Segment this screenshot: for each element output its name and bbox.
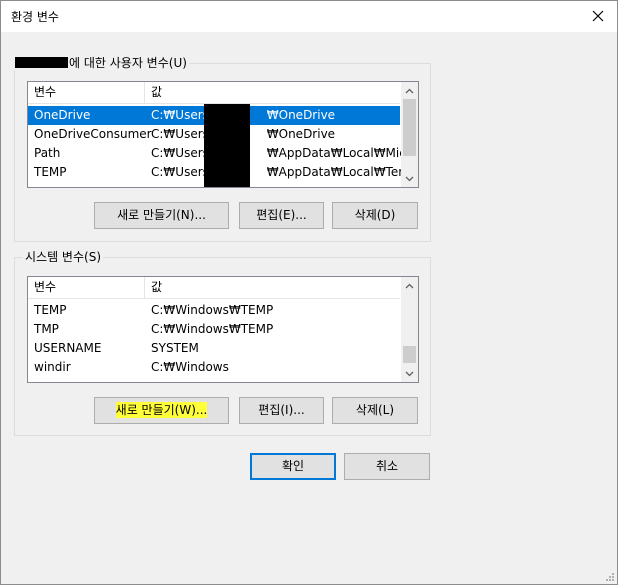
chevron-up-icon <box>405 283 414 288</box>
system-new-button-label: 새로 만들기(W)... <box>115 402 208 418</box>
scroll-down-arrow[interactable] <box>401 170 418 187</box>
close-button[interactable] <box>585 5 611 27</box>
chevron-down-icon <box>405 176 414 181</box>
redacted-username <box>15 57 68 68</box>
user-variables-label: 에 대한 사용자 변수(U) <box>13 56 189 70</box>
chevron-down-icon <box>405 371 414 376</box>
system-var-row-tmp[interactable]: TMP C:₩Windows₩TEMP <box>28 320 400 339</box>
user-new-button[interactable]: 새로 만들기(N)... <box>94 202 229 229</box>
resize-grip-icon[interactable] <box>605 572 615 582</box>
system-list-header: 변수 값 <box>28 277 400 299</box>
cancel-button[interactable]: 취소 <box>344 453 430 480</box>
system-var-row-username[interactable]: USERNAME SYSTEM <box>28 339 400 358</box>
scroll-up-arrow[interactable] <box>401 277 418 294</box>
dialog-title: 환경 변수 <box>11 10 59 24</box>
system-new-button[interactable]: 새로 만들기(W)... <box>94 397 229 424</box>
system-edit-button[interactable]: 편집(I)... <box>239 397 324 424</box>
scroll-thumb[interactable] <box>403 99 416 156</box>
system-var-row-windir[interactable]: windir C:₩Windows <box>28 358 400 377</box>
ok-button[interactable]: 확인 <box>250 453 336 480</box>
title-bar: 환경 변수 <box>1 1 617 32</box>
user-variables-list[interactable]: 변수 값 OneDrive C:₩Users₩ ₩OneDrive OneDriv… <box>27 81 419 188</box>
column-header-variable[interactable]: 변수 <box>28 277 145 299</box>
column-header-value[interactable]: 값 <box>145 277 400 299</box>
system-var-row-temp[interactable]: TEMP C:₩Windows₩TEMP <box>28 301 400 320</box>
environment-variables-dialog: 환경 변수 에 대한 사용자 변수(U) 변수 값 OneDrive C:₩Us… <box>0 0 618 585</box>
column-header-variable[interactable]: 변수 <box>28 82 145 104</box>
chevron-up-icon <box>405 88 414 93</box>
system-list-scrollbar[interactable] <box>401 277 418 382</box>
column-header-value[interactable]: 값 <box>145 82 400 104</box>
close-icon <box>592 10 604 22</box>
scroll-up-arrow[interactable] <box>401 82 418 99</box>
redaction-block <box>204 104 250 187</box>
user-list-header: 변수 값 <box>28 82 400 104</box>
scroll-down-arrow[interactable] <box>401 365 418 382</box>
user-list-scrollbar[interactable] <box>401 82 418 187</box>
system-variables-label: 시스템 변수(S) <box>23 250 103 264</box>
user-delete-button[interactable]: 삭제(D) <box>332 202 418 229</box>
user-edit-button[interactable]: 편집(E)... <box>239 202 324 229</box>
system-variables-list[interactable]: 변수 값 TEMP C:₩Windows₩TEMP TMP C:₩Windows… <box>27 276 419 383</box>
scroll-thumb[interactable] <box>403 346 416 363</box>
system-delete-button[interactable]: 삭제(L) <box>332 397 418 424</box>
